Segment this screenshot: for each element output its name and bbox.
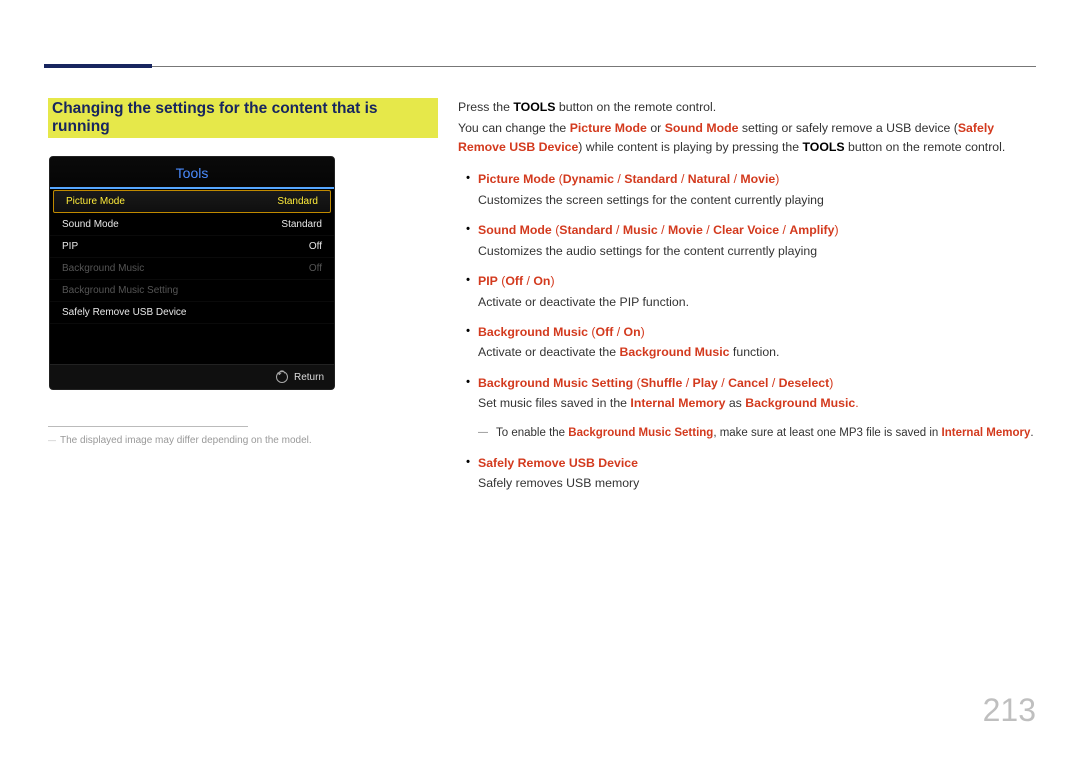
tools-row-label: PIP — [62, 241, 78, 252]
bullet-dot-icon: • — [458, 454, 478, 493]
accent-bar — [44, 64, 152, 68]
tools-row-label: Background Music — [62, 263, 144, 274]
bullet-list: • Picture Mode (Dynamic / Standard / Nat… — [458, 170, 1036, 493]
tools-row-label: Safely Remove USB Device — [62, 307, 187, 318]
bullet-background-music-setting: • Background Music Setting (Shuffle / Pl… — [458, 374, 1036, 413]
tools-row-pip[interactable]: PIP Off — [50, 236, 334, 258]
bullet-safely-remove: • Safely Remove USB Device Safely remove… — [458, 454, 1036, 493]
top-divider — [44, 66, 1036, 70]
dash-icon: ― — [478, 425, 496, 442]
bullet-dot-icon: • — [458, 323, 478, 362]
return-label[interactable]: Return — [294, 372, 324, 383]
bullet-sound-mode: • Sound Mode (Standard / Music / Movie /… — [458, 221, 1036, 260]
tools-row-label: Background Music Setting — [62, 285, 178, 296]
tools-row-value: Standard — [277, 196, 318, 207]
bgm-note: ― To enable the Background Music Setting… — [478, 425, 1036, 442]
tools-spacer — [50, 324, 334, 364]
intro-line-1: Press the TOOLS button on the remote con… — [458, 98, 1036, 116]
tools-row-label: Sound Mode — [62, 219, 119, 230]
tools-row-background-music: Background Music Off — [50, 258, 334, 280]
section-title: Changing the settings for the content th… — [48, 98, 438, 138]
tools-row-label: Picture Mode — [66, 196, 125, 207]
footnote-divider — [48, 426, 248, 427]
intro-line-2: You can change the Picture Mode or Sound… — [458, 119, 1036, 156]
page-number: 213 — [983, 692, 1036, 729]
tools-row-value: Off — [309, 263, 322, 274]
bullet-dot-icon: • — [458, 170, 478, 209]
bullet-background-music: • Background Music (Off / On) Activate o… — [458, 323, 1036, 362]
tools-row-value: Standard — [281, 219, 322, 230]
bullet-dot-icon: • — [458, 221, 478, 260]
tools-row-sound-mode[interactable]: Sound Mode Standard — [50, 214, 334, 236]
bullet-pip: • PIP (Off / On) Activate or deactivate … — [458, 272, 1036, 311]
bullet-dot-icon: • — [458, 272, 478, 311]
tools-row-background-music-setting: Background Music Setting — [50, 280, 334, 302]
tools-row-safely-remove[interactable]: Safely Remove USB Device — [50, 302, 334, 324]
tools-row-value: Off — [309, 241, 322, 252]
tools-panel: Tools Picture Mode Standard Sound Mode S… — [49, 156, 335, 390]
bullet-dot-icon: • — [458, 374, 478, 413]
bullet-picture-mode: • Picture Mode (Dynamic / Standard / Nat… — [458, 170, 1036, 209]
content-area: Changing the settings for the content th… — [48, 98, 1036, 505]
tools-panel-title: Tools — [50, 157, 334, 189]
footnote-text: The displayed image may differ depending… — [48, 435, 438, 446]
tools-row-picture-mode[interactable]: Picture Mode Standard — [53, 190, 331, 213]
right-column: Press the TOOLS button on the remote con… — [458, 98, 1036, 505]
tools-footer: Return — [50, 364, 334, 389]
left-column: Changing the settings for the content th… — [48, 98, 438, 505]
return-icon[interactable] — [276, 371, 288, 383]
